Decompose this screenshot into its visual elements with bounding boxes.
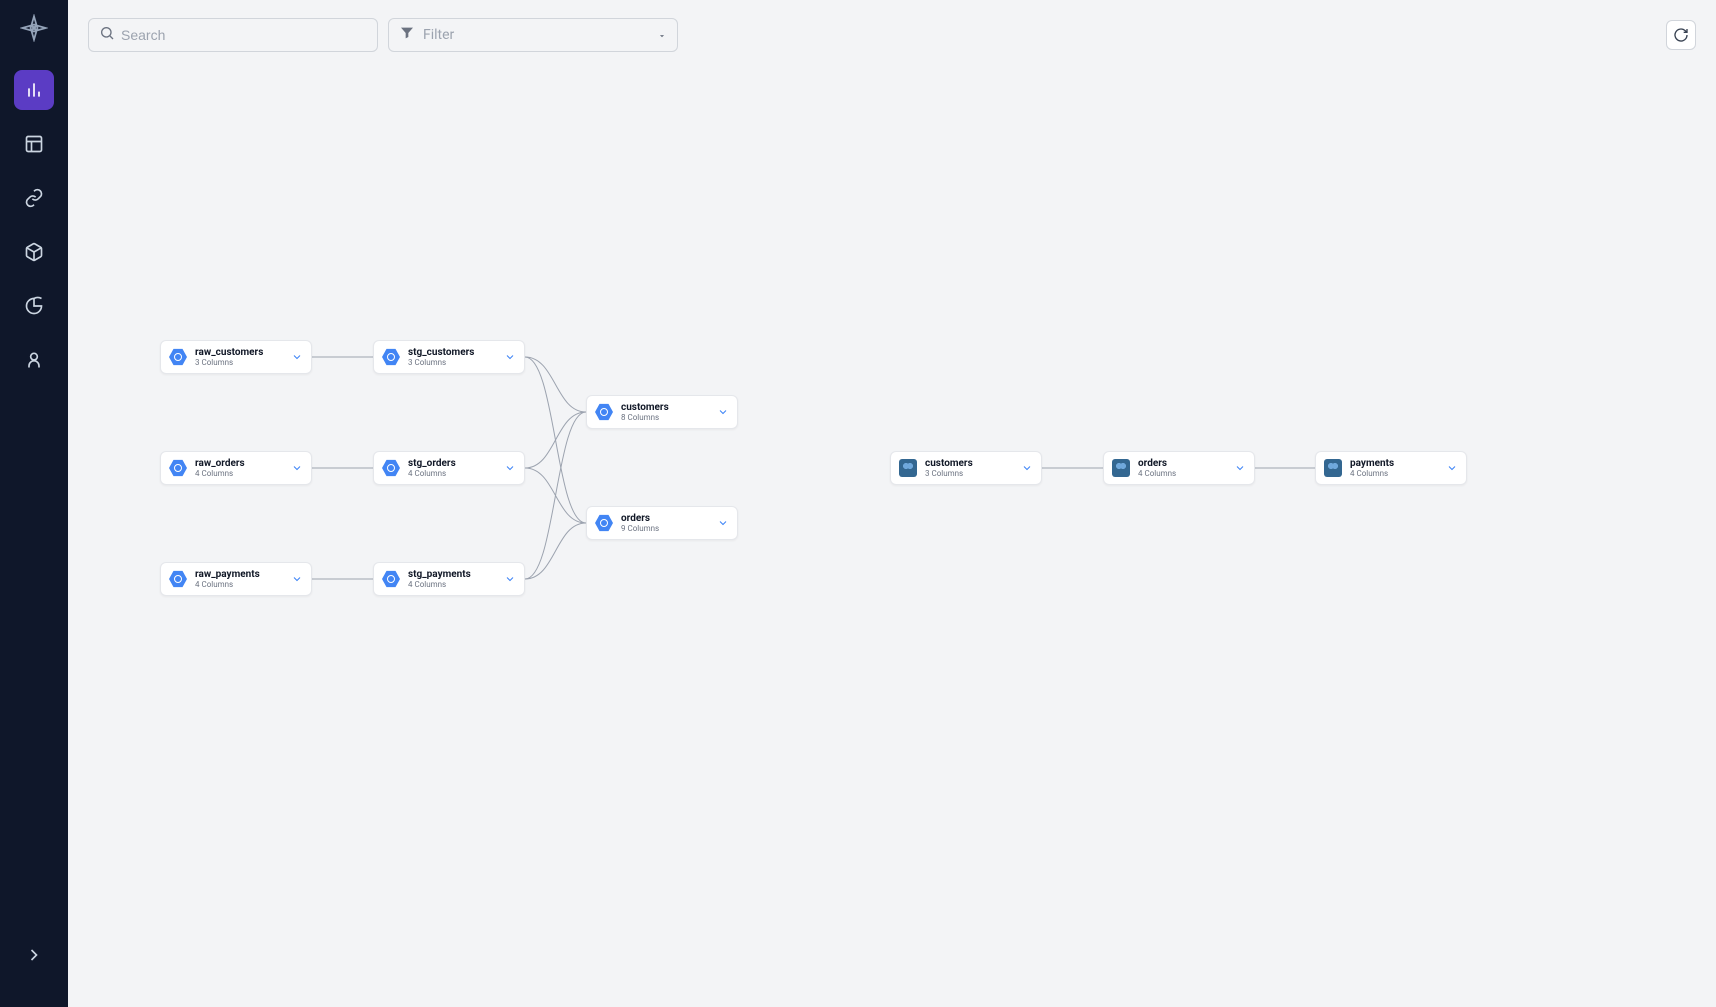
lineage-canvas[interactable]: raw_customers3 Columnsraw_orders4 Column… xyxy=(68,52,1716,1007)
edge-layer xyxy=(68,52,1716,1007)
node-subtitle: 9 Columns xyxy=(621,524,709,533)
node-pg_orders[interactable]: orders4 Columns xyxy=(1103,451,1255,485)
node-raw_payments[interactable]: raw_payments4 Columns xyxy=(160,562,312,596)
node-title: orders xyxy=(621,513,709,524)
node-orders[interactable]: orders9 Columns xyxy=(586,506,738,540)
node-subtitle: 4 Columns xyxy=(408,580,496,589)
datasource-icon xyxy=(1112,459,1130,477)
caret-down-icon xyxy=(657,26,667,45)
sidebar xyxy=(0,0,68,1007)
node-subtitle: 3 Columns xyxy=(925,469,1013,478)
node-title: raw_payments xyxy=(195,569,283,580)
filter-label: Filter xyxy=(423,27,657,43)
nav-links[interactable] xyxy=(14,178,54,218)
nav-reports[interactable] xyxy=(14,286,54,326)
node-customers[interactable]: customers8 Columns xyxy=(586,395,738,429)
node-raw_orders[interactable]: raw_orders4 Columns xyxy=(160,451,312,485)
chevron-down-icon[interactable] xyxy=(1446,459,1458,478)
filter-dropdown[interactable]: Filter xyxy=(388,18,678,52)
node-stg_customers[interactable]: stg_customers3 Columns xyxy=(373,340,525,374)
chevron-down-icon[interactable] xyxy=(291,570,303,589)
datasource-icon xyxy=(1324,459,1342,477)
chevron-down-icon[interactable] xyxy=(504,459,516,478)
node-subtitle: 4 Columns xyxy=(1138,469,1226,478)
topbar: Filter xyxy=(68,0,1716,52)
nav-packages[interactable] xyxy=(14,232,54,272)
refresh-icon xyxy=(1673,27,1689,43)
node-subtitle: 8 Columns xyxy=(621,413,709,422)
search-icon xyxy=(99,25,115,45)
node-title: customers xyxy=(621,402,709,413)
search-box[interactable] xyxy=(88,18,378,52)
chevron-down-icon[interactable] xyxy=(291,459,303,478)
datasource-icon xyxy=(169,348,187,366)
filter-icon xyxy=(399,25,415,45)
node-raw_customers[interactable]: raw_customers3 Columns xyxy=(160,340,312,374)
node-title: raw_orders xyxy=(195,458,283,469)
nav-tables[interactable] xyxy=(14,124,54,164)
datasource-icon xyxy=(382,570,400,588)
node-subtitle: 4 Columns xyxy=(408,469,496,478)
node-title: stg_customers xyxy=(408,347,496,358)
node-subtitle: 4 Columns xyxy=(195,580,283,589)
node-title: customers xyxy=(925,458,1013,469)
chevron-down-icon[interactable] xyxy=(504,348,516,367)
node-title: stg_payments xyxy=(408,569,496,580)
datasource-icon xyxy=(382,348,400,366)
node-stg_payments[interactable]: stg_payments4 Columns xyxy=(373,562,525,596)
chevron-down-icon[interactable] xyxy=(717,403,729,422)
datasource-icon xyxy=(169,570,187,588)
node-subtitle: 4 Columns xyxy=(1350,469,1438,478)
datasource-icon xyxy=(595,514,613,532)
datasource-icon xyxy=(169,459,187,477)
nav-lineage[interactable] xyxy=(14,70,54,110)
chevron-down-icon[interactable] xyxy=(1021,459,1033,478)
datasource-icon xyxy=(595,403,613,421)
node-subtitle: 4 Columns xyxy=(195,469,283,478)
refresh-button[interactable] xyxy=(1666,20,1696,50)
node-pg_payments[interactable]: payments4 Columns xyxy=(1315,451,1467,485)
node-title: stg_orders xyxy=(408,458,496,469)
chevron-down-icon[interactable] xyxy=(717,514,729,533)
main-area: Filter raw_customers3 Columnsraw_orders4… xyxy=(68,0,1716,1007)
node-title: payments xyxy=(1350,458,1438,469)
datasource-icon xyxy=(899,459,917,477)
nav-expand[interactable] xyxy=(14,935,54,975)
nav-users[interactable] xyxy=(14,340,54,380)
node-subtitle: 3 Columns xyxy=(195,358,283,367)
node-title: raw_customers xyxy=(195,347,283,358)
datasource-icon xyxy=(382,459,400,477)
node-title: orders xyxy=(1138,458,1226,469)
chevron-down-icon[interactable] xyxy=(1234,459,1246,478)
chevron-down-icon[interactable] xyxy=(291,348,303,367)
node-stg_orders[interactable]: stg_orders4 Columns xyxy=(373,451,525,485)
search-input[interactable] xyxy=(121,27,367,43)
app-logo xyxy=(20,14,48,42)
chevron-down-icon[interactable] xyxy=(504,570,516,589)
node-subtitle: 3 Columns xyxy=(408,358,496,367)
node-pg_customers[interactable]: customers3 Columns xyxy=(890,451,1042,485)
